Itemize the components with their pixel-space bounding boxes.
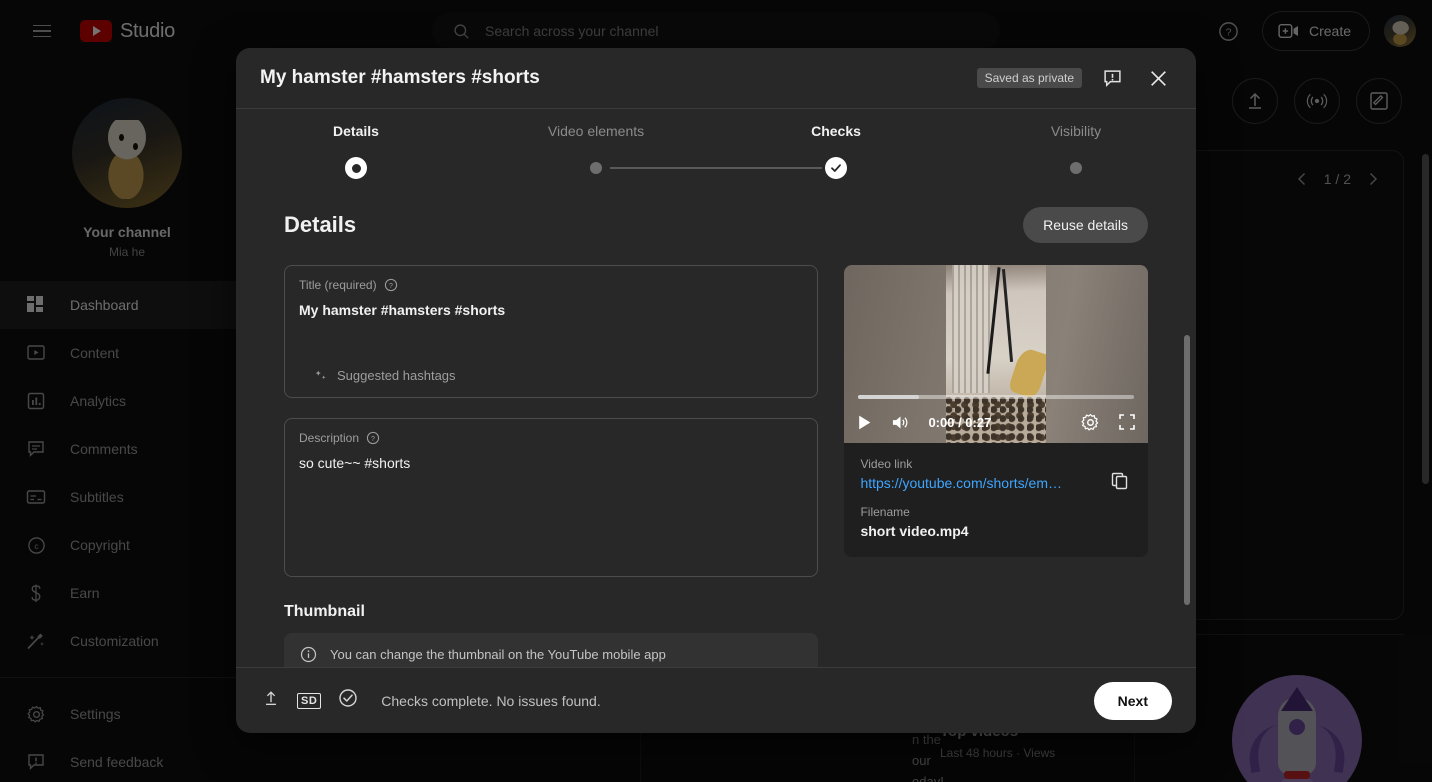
play-icon[interactable] <box>856 414 873 431</box>
fullscreen-icon[interactable] <box>1118 413 1136 431</box>
video-player[interactable]: 0:00 / 0:27 <box>844 265 1148 443</box>
description-field-value: so cute~~ #shorts <box>299 455 411 471</box>
step-dot-video-elements[interactable] <box>590 162 602 174</box>
step-label-visibility[interactable]: Visibility <box>1051 123 1101 139</box>
checks-complete-icon <box>338 688 358 713</box>
video-link-value[interactable]: https://youtube.com/shorts/em… <box>860 475 1078 491</box>
copy-link-icon[interactable] <box>1106 467 1134 495</box>
step-dot-details[interactable] <box>345 157 367 179</box>
filename-label: Filename <box>860 505 910 519</box>
suggested-hashtags-row[interactable]: Suggested hashtags <box>313 368 456 383</box>
title-field-label: Title (required) <box>299 278 377 292</box>
help-icon[interactable]: ? <box>366 431 380 445</box>
filename-value: short video.mp4 <box>860 523 969 539</box>
step-dot-checks[interactable] <box>825 157 847 179</box>
description-field-label-row: Description ? <box>299 431 803 445</box>
close-icon[interactable] <box>1142 62 1174 94</box>
step-label-video-elements[interactable]: Video elements <box>548 123 644 139</box>
player-time: 0:00 / 0:27 <box>928 414 992 430</box>
dialog-title: My hamster #hamsters #shorts <box>260 67 540 88</box>
reuse-details-button[interactable]: Reuse details <box>1023 207 1148 243</box>
studio-page: Studio ? <box>0 0 1432 782</box>
details-section-header: Details Reuse details <box>284 207 1148 243</box>
title-field[interactable]: Title (required) ? My hamster #hamsters … <box>284 265 819 398</box>
feedback-icon[interactable] <box>1096 62 1128 94</box>
video-metadata: Video link https://youtube.com/shorts/em… <box>844 443 1148 557</box>
thumbnail-heading: Thumbnail <box>284 603 365 620</box>
description-field-label: Description <box>299 431 360 445</box>
details-left-column: Title (required) ? My hamster #hamsters … <box>284 265 819 667</box>
upload-details-dialog: My hamster #hamsters #shorts Saved as pr… <box>236 48 1196 733</box>
dialog-header: My hamster #hamsters #shorts Saved as pr… <box>236 48 1196 109</box>
sparkle-icon <box>315 370 326 380</box>
step-label-checks[interactable]: Checks <box>811 123 861 139</box>
player-controls: 0:00 / 0:27 <box>844 401 1148 443</box>
player-progress-bar[interactable] <box>858 395 1134 399</box>
check-icon <box>831 164 841 172</box>
resolution-badge: SD <box>297 692 322 709</box>
step-dot-visibility[interactable] <box>1070 162 1082 174</box>
title-field-value: My hamster #hamsters #shorts <box>299 302 506 318</box>
suggested-hashtags-label: Suggested hashtags <box>337 368 456 383</box>
dialog-body: Details Reuse details Title (required) ? <box>236 185 1196 667</box>
help-icon[interactable]: ? <box>384 278 398 292</box>
thumbnail-info-text: You can change the thumbnail on the YouT… <box>330 646 666 662</box>
footer-status-text: Checks complete. No issues found. <box>381 692 601 709</box>
player-settings-icon[interactable] <box>1081 413 1100 432</box>
step-label-details[interactable]: Details <box>333 123 379 139</box>
svg-text:?: ? <box>371 436 375 443</box>
svg-text:?: ? <box>389 283 393 290</box>
volume-icon[interactable] <box>891 414 910 431</box>
dialog-scrollbar[interactable] <box>1184 335 1190 605</box>
upload-status-icon <box>262 689 280 713</box>
description-field[interactable]: Description ? so cute~~ #shorts <box>284 418 819 577</box>
info-icon <box>300 646 317 662</box>
video-link-label: Video link <box>860 457 913 471</box>
status-badge: Saved as private <box>976 68 1082 88</box>
dialog-footer: SD Checks complete. No issues found. Nex… <box>236 667 1196 733</box>
thumbnail-info-banner: You can change the thumbnail on the YouT… <box>284 633 819 667</box>
dialog-header-actions: Saved as private <box>976 62 1174 94</box>
title-field-label-row: Title (required) ? <box>299 278 803 292</box>
next-button[interactable]: Next <box>1093 681 1172 720</box>
video-preview-panel: 0:00 / 0:27 Video link https://youtube.c… <box>844 265 1148 557</box>
details-right-column: 0:00 / 0:27 Video link https://youtube.c… <box>844 265 1148 667</box>
upload-stepper: Details Video elements Checks Visibility <box>236 109 1196 185</box>
section-title: Details <box>284 212 357 237</box>
